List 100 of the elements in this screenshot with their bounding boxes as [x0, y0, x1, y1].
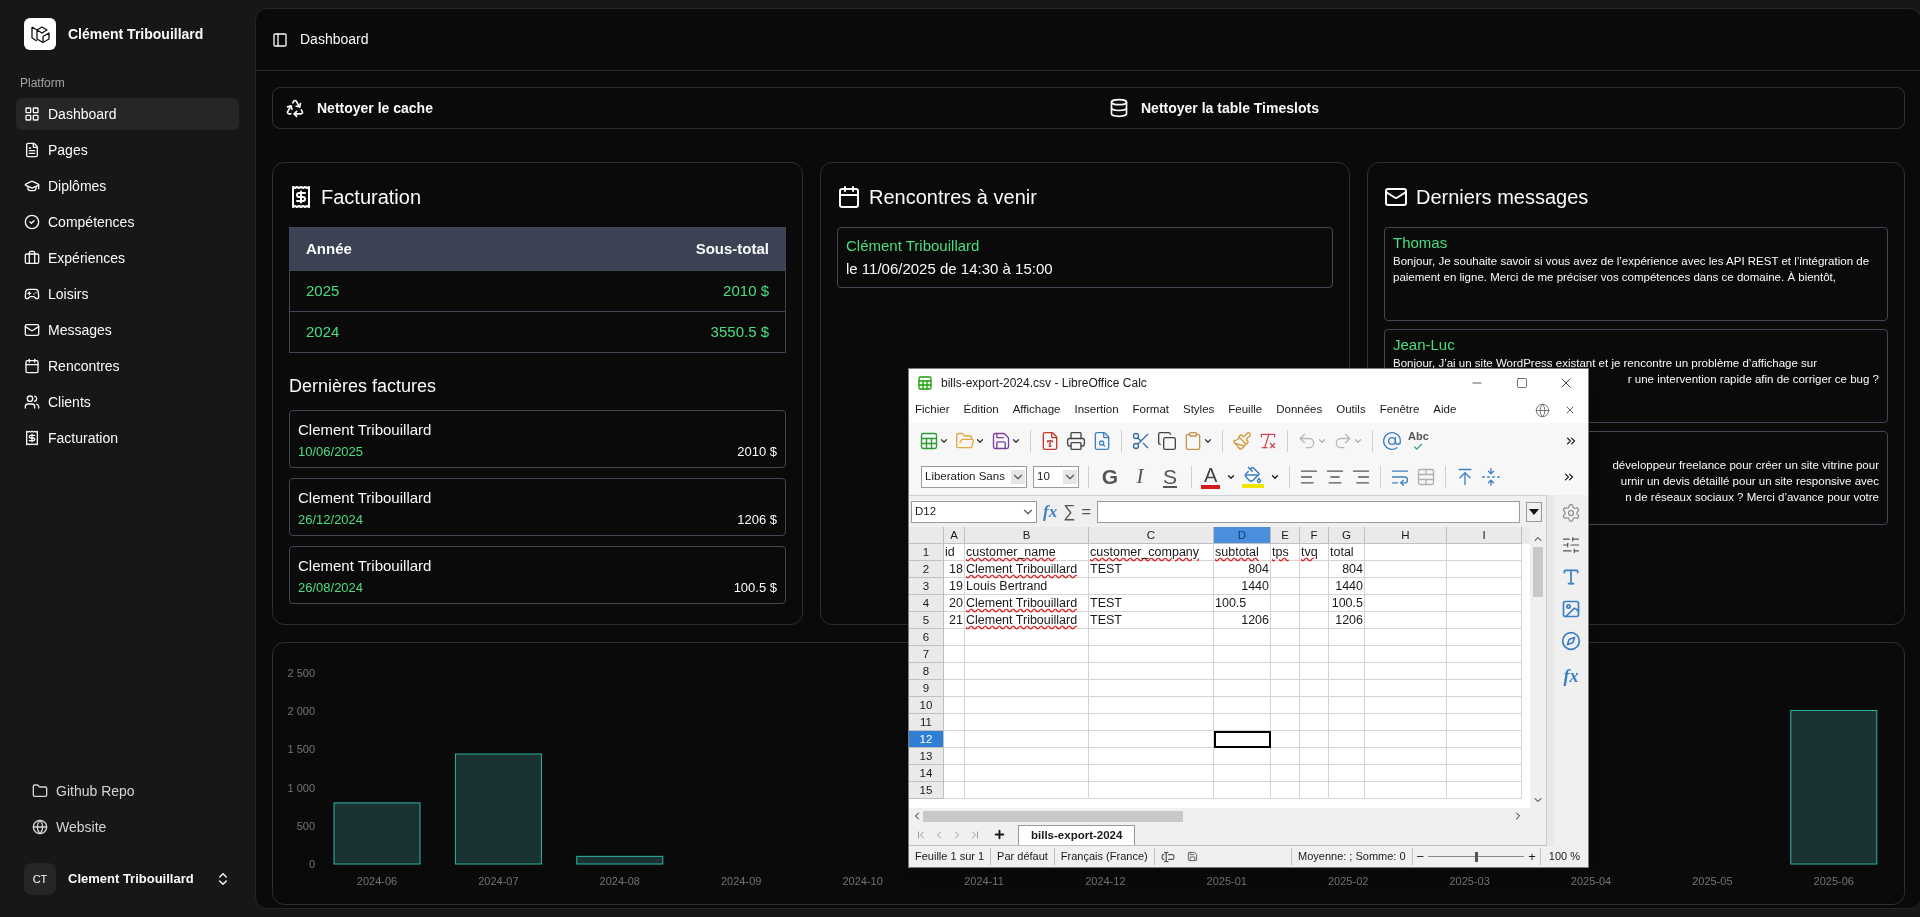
menu-item[interactable]: Fichier	[915, 401, 950, 419]
formula-input[interactable]	[1097, 500, 1520, 523]
sidebar-item[interactable]: Compétences	[16, 206, 239, 238]
printer-icon[interactable]	[1066, 431, 1086, 451]
sidebar-toggle-icon[interactable]	[272, 31, 288, 48]
pdf-icon[interactable]	[1040, 431, 1060, 451]
font-name-field[interactable]: Liberation Sans	[921, 466, 1027, 488]
row-header[interactable]: 3	[909, 578, 944, 595]
find-replace-icon[interactable]	[1382, 431, 1402, 451]
menu-item[interactable]: Données	[1276, 401, 1323, 419]
styles-icon[interactable]	[1561, 567, 1581, 587]
menu-item[interactable]: Feuille	[1228, 401, 1263, 419]
menu-item[interactable]: Outils	[1336, 401, 1366, 419]
save-icon[interactable]	[991, 431, 1011, 451]
properties-icon[interactable]	[1561, 535, 1581, 555]
column-header[interactable]: I	[1447, 527, 1522, 544]
copy-icon[interactable]	[1157, 431, 1177, 451]
menu-item[interactable]: Insertion	[1074, 401, 1119, 419]
row-header[interactable]: 9	[909, 680, 944, 697]
formula-button[interactable]: =	[1081, 498, 1092, 525]
image-icon[interactable]	[1561, 599, 1581, 619]
functions-button[interactable]: fx	[1563, 663, 1579, 690]
zoom-out-button[interactable]: −	[1412, 846, 1429, 867]
invoice-card[interactable]: Clement Tribouillard 10/06/2025 2010 $	[289, 410, 786, 468]
expand-triangle-icon[interactable]	[1529, 508, 1539, 515]
sidebar-item[interactable]: Loisirs	[16, 278, 239, 310]
row-header[interactable]: 1	[909, 544, 944, 561]
row-header[interactable]: 7	[909, 646, 944, 663]
column-header[interactable]: A	[944, 527, 965, 544]
compass-icon[interactable]	[1561, 631, 1581, 651]
sidebar-item[interactable]: Pages	[16, 134, 239, 166]
scissors-icon[interactable]	[1131, 431, 1151, 451]
column-header[interactable]: B	[965, 527, 1089, 544]
sheet-tab[interactable]: bills-export-2024	[1018, 825, 1136, 845]
invoice-card[interactable]: Clement Tribouillard 26/08/2024 100.5 $	[289, 546, 786, 604]
invoice-card[interactable]: Clement Tribouillard 26/12/2024 1206 $	[289, 478, 786, 536]
column-header[interactable]: H	[1365, 527, 1447, 544]
scrollbar-thumb[interactable]	[923, 810, 1183, 822]
menu-item[interactable]: Styles	[1182, 401, 1215, 419]
row-header[interactable]: 12	[909, 731, 944, 748]
column-header[interactable]: E	[1271, 527, 1300, 544]
close-icon[interactable]	[1564, 404, 1576, 416]
action-button[interactable]: Nettoyer le cache	[285, 97, 1109, 119]
row-header[interactable]: 15	[909, 782, 944, 799]
sidebar-item[interactable]: Messages	[16, 314, 239, 346]
row-header[interactable]: 5	[909, 612, 944, 629]
row-header[interactable]: 4	[909, 595, 944, 612]
overflow-icon[interactable]	[1564, 434, 1578, 448]
zoom-slider-thumb[interactable]	[1475, 851, 1479, 862]
column-header[interactable]: F	[1300, 527, 1329, 544]
message-card[interactable]: Thomas Bonjour, Je souhaite savoir si vous avez de l’expérience avec les API REST et l’intégration de paiement en ligne. Merci de me préciser vos compétences dans ce domaine. À bientôt,	[1384, 227, 1888, 321]
menu-item[interactable]: Aide	[1433, 401, 1457, 419]
settings-icon[interactable]	[1561, 503, 1581, 523]
merge-cells-icon[interactable]	[1416, 467, 1437, 487]
add-sheet-icon[interactable]	[993, 828, 1006, 841]
sidebar-item[interactable]: Expériences	[16, 242, 239, 274]
selection-mode-icon[interactable]	[1160, 849, 1175, 864]
sidebar-link[interactable]: Website	[24, 811, 231, 843]
sidebar-item[interactable]: Rencontres	[16, 350, 239, 382]
font-color-button[interactable]: A	[1201, 465, 1221, 489]
action-button[interactable]: Nettoyer la table Timeslots	[1109, 97, 1319, 119]
print-preview-icon[interactable]	[1092, 431, 1112, 451]
formula-button[interactable]: ∑	[1063, 498, 1076, 525]
maximize-icon[interactable]	[1516, 377, 1528, 389]
format-button[interactable]: G	[1098, 461, 1122, 493]
row-header[interactable]: 11	[909, 714, 944, 731]
column-header[interactable]: G	[1329, 527, 1365, 544]
menu-item[interactable]: Format	[1132, 401, 1169, 419]
font-size-field[interactable]: 10	[1033, 466, 1079, 488]
last-sheet-icon[interactable]	[969, 829, 981, 841]
sidebar-item[interactable]: Facturation	[16, 422, 239, 454]
globe-icon[interactable]	[1535, 402, 1550, 418]
row-header[interactable]: 6	[909, 629, 944, 646]
paint-bucket-icon[interactable]	[1242, 466, 1265, 488]
menu-item[interactable]: Édition	[963, 401, 999, 419]
row-header[interactable]: 13	[909, 748, 944, 765]
clear-formatting-icon[interactable]	[1258, 431, 1278, 451]
clipboard-icon[interactable]	[1183, 431, 1203, 451]
formula-button[interactable]: fx	[1043, 498, 1058, 525]
user-menu[interactable]: CT Clement Tribouillard	[16, 863, 239, 895]
name-box[interactable]: D12	[911, 500, 1037, 523]
overflow-icon[interactable]	[1562, 470, 1576, 484]
menu-item[interactable]: Affichage	[1012, 401, 1061, 419]
first-sheet-icon[interactable]	[915, 829, 927, 841]
paintbrush-icon[interactable]	[1232, 431, 1252, 451]
row-header[interactable]: 14	[909, 765, 944, 782]
row-header[interactable]: 2	[909, 561, 944, 578]
spellcheck-button[interactable]: Abc	[1408, 430, 1429, 442]
format-button[interactable]: I	[1128, 461, 1152, 493]
meeting-card[interactable]: Clément Tribouillard le 11/06/2025 de 14:30 à 15:00	[837, 227, 1333, 288]
zoom-slider[interactable]	[1428, 850, 1525, 863]
sidebar-item[interactable]: Diplômes	[16, 170, 239, 202]
sidebar-item[interactable]: Clients	[16, 386, 239, 418]
format-button[interactable]: S	[1158, 461, 1182, 493]
zoom-in-button[interactable]: +	[1524, 846, 1540, 867]
row-header[interactable]: 10	[909, 697, 944, 714]
row-header[interactable]: 8	[909, 663, 944, 680]
sidebar-link[interactable]: Github Repo	[24, 775, 231, 807]
center-vertical-icon[interactable]	[1481, 467, 1502, 487]
scrollbar-thumb[interactable]	[1533, 547, 1543, 597]
